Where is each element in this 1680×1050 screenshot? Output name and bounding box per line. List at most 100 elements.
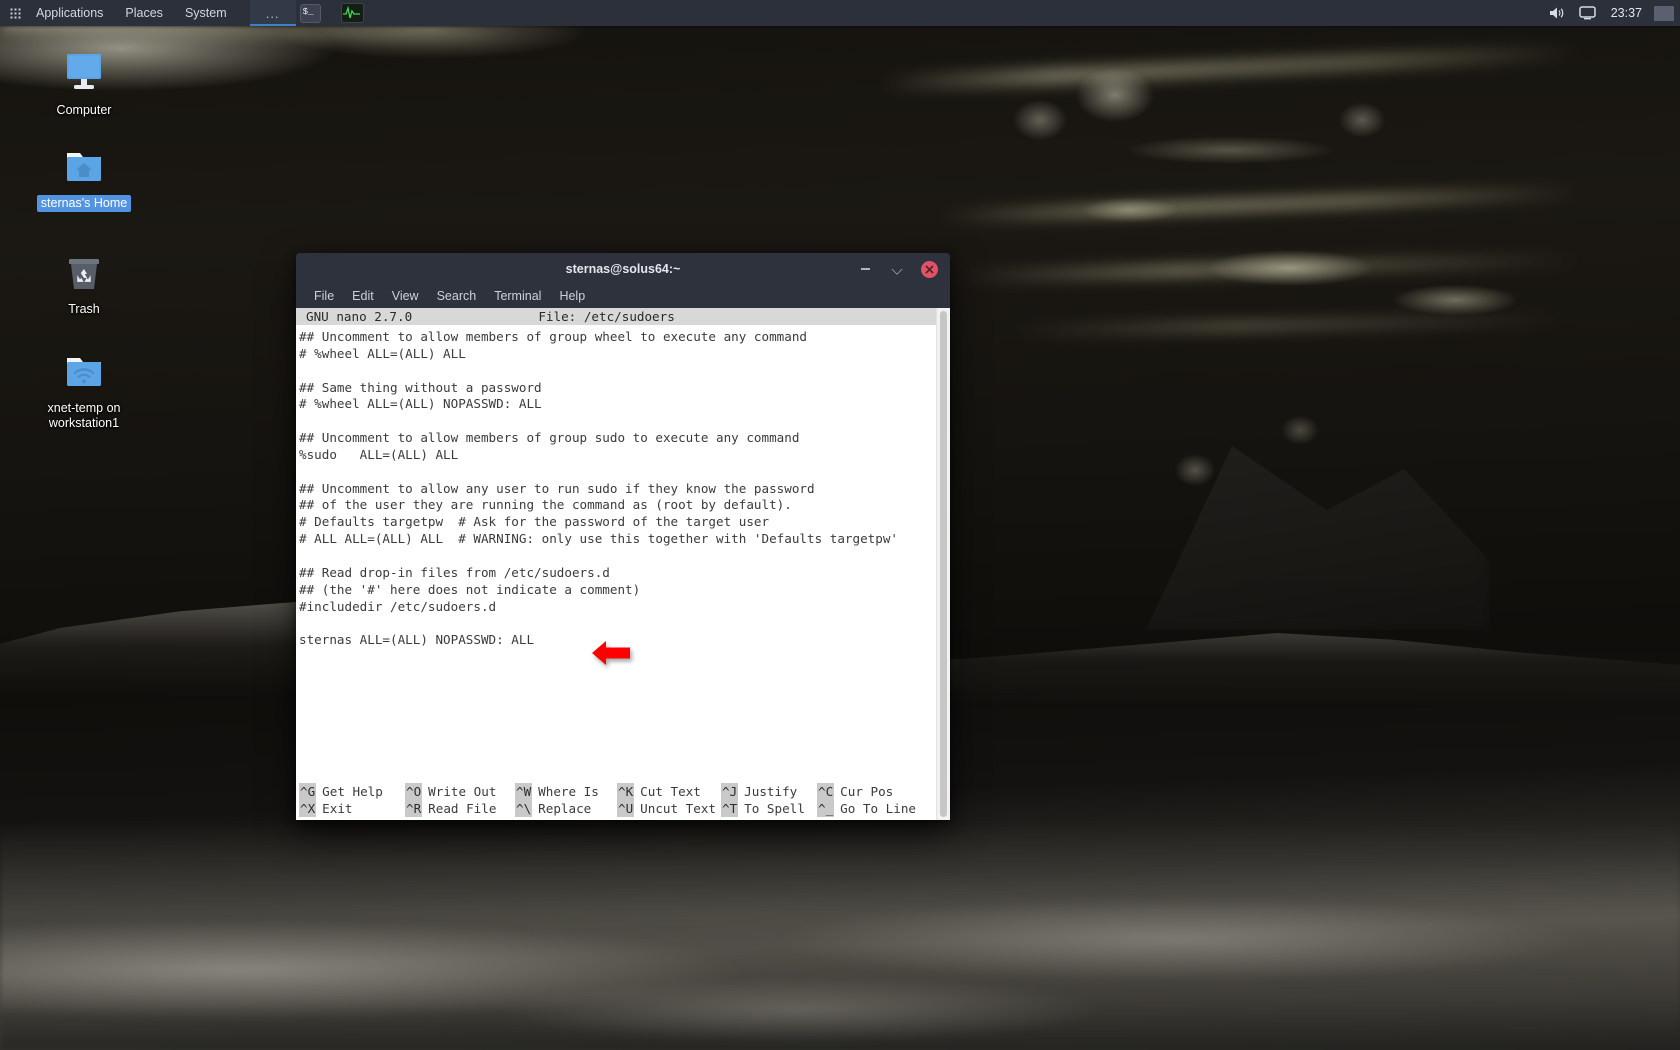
panel-clock[interactable]: 23:37 [1603,6,1650,20]
nano-shortcut[interactable]: ^T To Spell [721,800,817,817]
nano-line: ## Uncomment to allow any user to run su… [299,480,815,496]
terminal-window[interactable]: sternas@solus64:~ File Edit View Search … [296,253,950,820]
desktop-icon-label: Trash [68,302,100,316]
nano-shortcut[interactable]: ^_ Go To Line [817,800,916,817]
close-button[interactable] [921,260,938,278]
nano-text-area[interactable]: ## Uncomment to allow members of group w… [296,325,936,649]
nano-shortcut-label: To Spell [744,801,805,816]
nano-shortcut-label: Read File [428,801,497,816]
volume-icon[interactable] [1542,6,1572,20]
nano-line: ## Uncomment to allow members of group s… [299,430,800,446]
terminal-body: GNU nano 2.7.0 File: /etc/sudoers ## Unc… [296,308,950,820]
nano-line: ## Read drop-in files from /etc/sudoers.… [299,564,610,580]
nano-shortcut-label: Go To Line [840,801,916,816]
panel-menu-places[interactable]: Places [114,0,174,26]
nano-shortcut[interactable]: ^U Uncut Text [617,800,721,817]
nano-shortcut-key: ^J [721,783,739,800]
top-panel: Applications Places System ... $_ 23:37 [0,0,1680,26]
nano-shortcut-label: Cut Text [640,784,701,799]
menu-view[interactable]: View [383,285,428,308]
system-monitor-icon[interactable] [337,0,368,26]
nano-editor[interactable]: GNU nano 2.7.0 File: /etc/sudoers ## Unc… [296,308,936,820]
nano-shortcut[interactable]: ^C Cur Pos [817,783,893,800]
nano-line: # %wheel ALL=(ALL) ALL [299,345,466,361]
nano-line: ## (the '#' here does not indicate a com… [299,581,641,597]
desktop-screen: Applications Places System ... $_ 23:37 … [0,0,1680,1050]
nano-line [299,615,936,632]
maximize-button[interactable] [889,261,905,277]
nano-shortcut-key: ^_ [817,800,835,817]
nano-line: ## of the user they are running the comm… [299,497,792,513]
desktop-icon-network-share[interactable]: xnet-temp on workstation1 [30,344,138,432]
workspace-switcher[interactable] [1654,5,1674,21]
red-left-arrow-annotation [592,638,630,668]
nano-shortcut[interactable]: ^K Cut Text [617,783,721,800]
menu-help[interactable]: Help [550,285,594,308]
home-folder-icon [60,139,108,189]
nano-shortcut-key: ^C [817,783,835,800]
grid-icon[interactable] [8,0,22,26]
display-icon[interactable] [1572,6,1603,20]
nano-shortcut-bar: ^G Get Help ^O Write Out ^W Where Is ^K Cut Tex… [296,783,936,820]
shortcut-row-1: ^G Get Help ^O Write Out ^W Where Is ^K Cut Tex… [299,783,933,800]
nano-shortcut-label: Write Out [428,784,497,799]
panel-menu-system[interactable]: System [174,0,238,26]
nano-title-bar: GNU nano 2.7.0 File: /etc/sudoers [296,308,936,325]
terminal-scrollbar[interactable] [936,308,950,820]
nano-shortcut-key: ^U [617,800,635,817]
nano-shortcut-key: ^G [299,783,317,800]
nano-line [299,548,936,565]
nano-line: # %wheel ALL=(ALL) NOPASSWD: ALL [299,396,542,412]
minimize-button[interactable] [857,261,873,277]
nano-line: # Defaults targetpw # Ask for the passwo… [299,514,770,530]
window-list-button[interactable]: ... [249,0,296,26]
nano-shortcut-label: Justify [744,784,798,799]
nano-shortcut-key: ^R [405,800,423,817]
nano-shortcut-label: Uncut Text [640,801,716,816]
nano-shortcut-label: Where Is [538,784,599,799]
window-title: sternas@solus64:~ [565,262,681,276]
terminal-icon[interactable] [296,0,325,26]
nano-line [299,413,936,430]
nano-shortcut[interactable]: ^R Read File [405,800,515,817]
nano-line: #includedir /etc/sudoers.d [299,598,497,614]
menu-file[interactable]: File [305,285,343,308]
nano-shortcut-label: Get Help [322,784,383,799]
nano-shortcut-key: ^W [515,783,533,800]
nano-line: %sudo ALL=(ALL) ALL [299,446,459,462]
nano-shortcut-key: ^\ [515,800,533,817]
menu-search[interactable]: Search [428,285,486,308]
nano-shortcut[interactable]: ^O Write Out [405,783,515,800]
nano-version: GNU nano 2.7.0 [306,309,413,324]
titlebar[interactable]: sternas@solus64:~ [296,253,950,285]
nano-line: # ALL ALL=(ALL) ALL # WARNING: only use … [299,531,898,547]
panel-menu-applications[interactable]: Applications [25,0,114,26]
nano-shortcut[interactable]: ^\ Replace [515,800,617,817]
menu-terminal[interactable]: Terminal [485,285,550,308]
nano-shortcut[interactable]: ^X Exit [299,800,405,817]
network-folder-icon [60,344,108,394]
computer-icon [61,46,107,96]
nano-shortcut-label: Cur Pos [840,784,894,799]
shortcut-row-2: ^X Exit ^R Read File ^\ Replace ^U Uncut Text ^T… [299,800,933,817]
nano-shortcut[interactable]: ^G Get Help [299,783,405,800]
nano-line: ## Same thing without a password [299,379,542,395]
nano-shortcut-key: ^X [299,800,317,817]
menubar: File Edit View Search Terminal Help [296,285,950,308]
nano-shortcut-label: Replace [538,801,592,816]
nano-shortcut[interactable]: ^W Where Is [515,783,617,800]
nano-line [299,464,936,481]
desktop-icon-home[interactable]: sternas's Home [30,139,138,212]
trash-icon [64,245,104,295]
desktop-icon-trash[interactable]: Trash [30,245,138,318]
nano-shortcut-key: ^T [721,800,739,817]
nano-line: ## Uncomment to allow members of group w… [299,329,807,344]
nano-shortcut[interactable]: ^J Justify [721,783,817,800]
menu-edit[interactable]: Edit [343,285,383,308]
nano-shortcut-key: ^O [405,783,423,800]
desktop-icon-computer[interactable]: Computer [30,46,138,119]
desktop-icon-label: Computer [56,103,112,117]
nano-file-label: File: /etc/sudoers [538,309,675,324]
nano-shortcut-key: ^K [617,783,635,800]
scrollbar-thumb[interactable] [940,311,947,817]
